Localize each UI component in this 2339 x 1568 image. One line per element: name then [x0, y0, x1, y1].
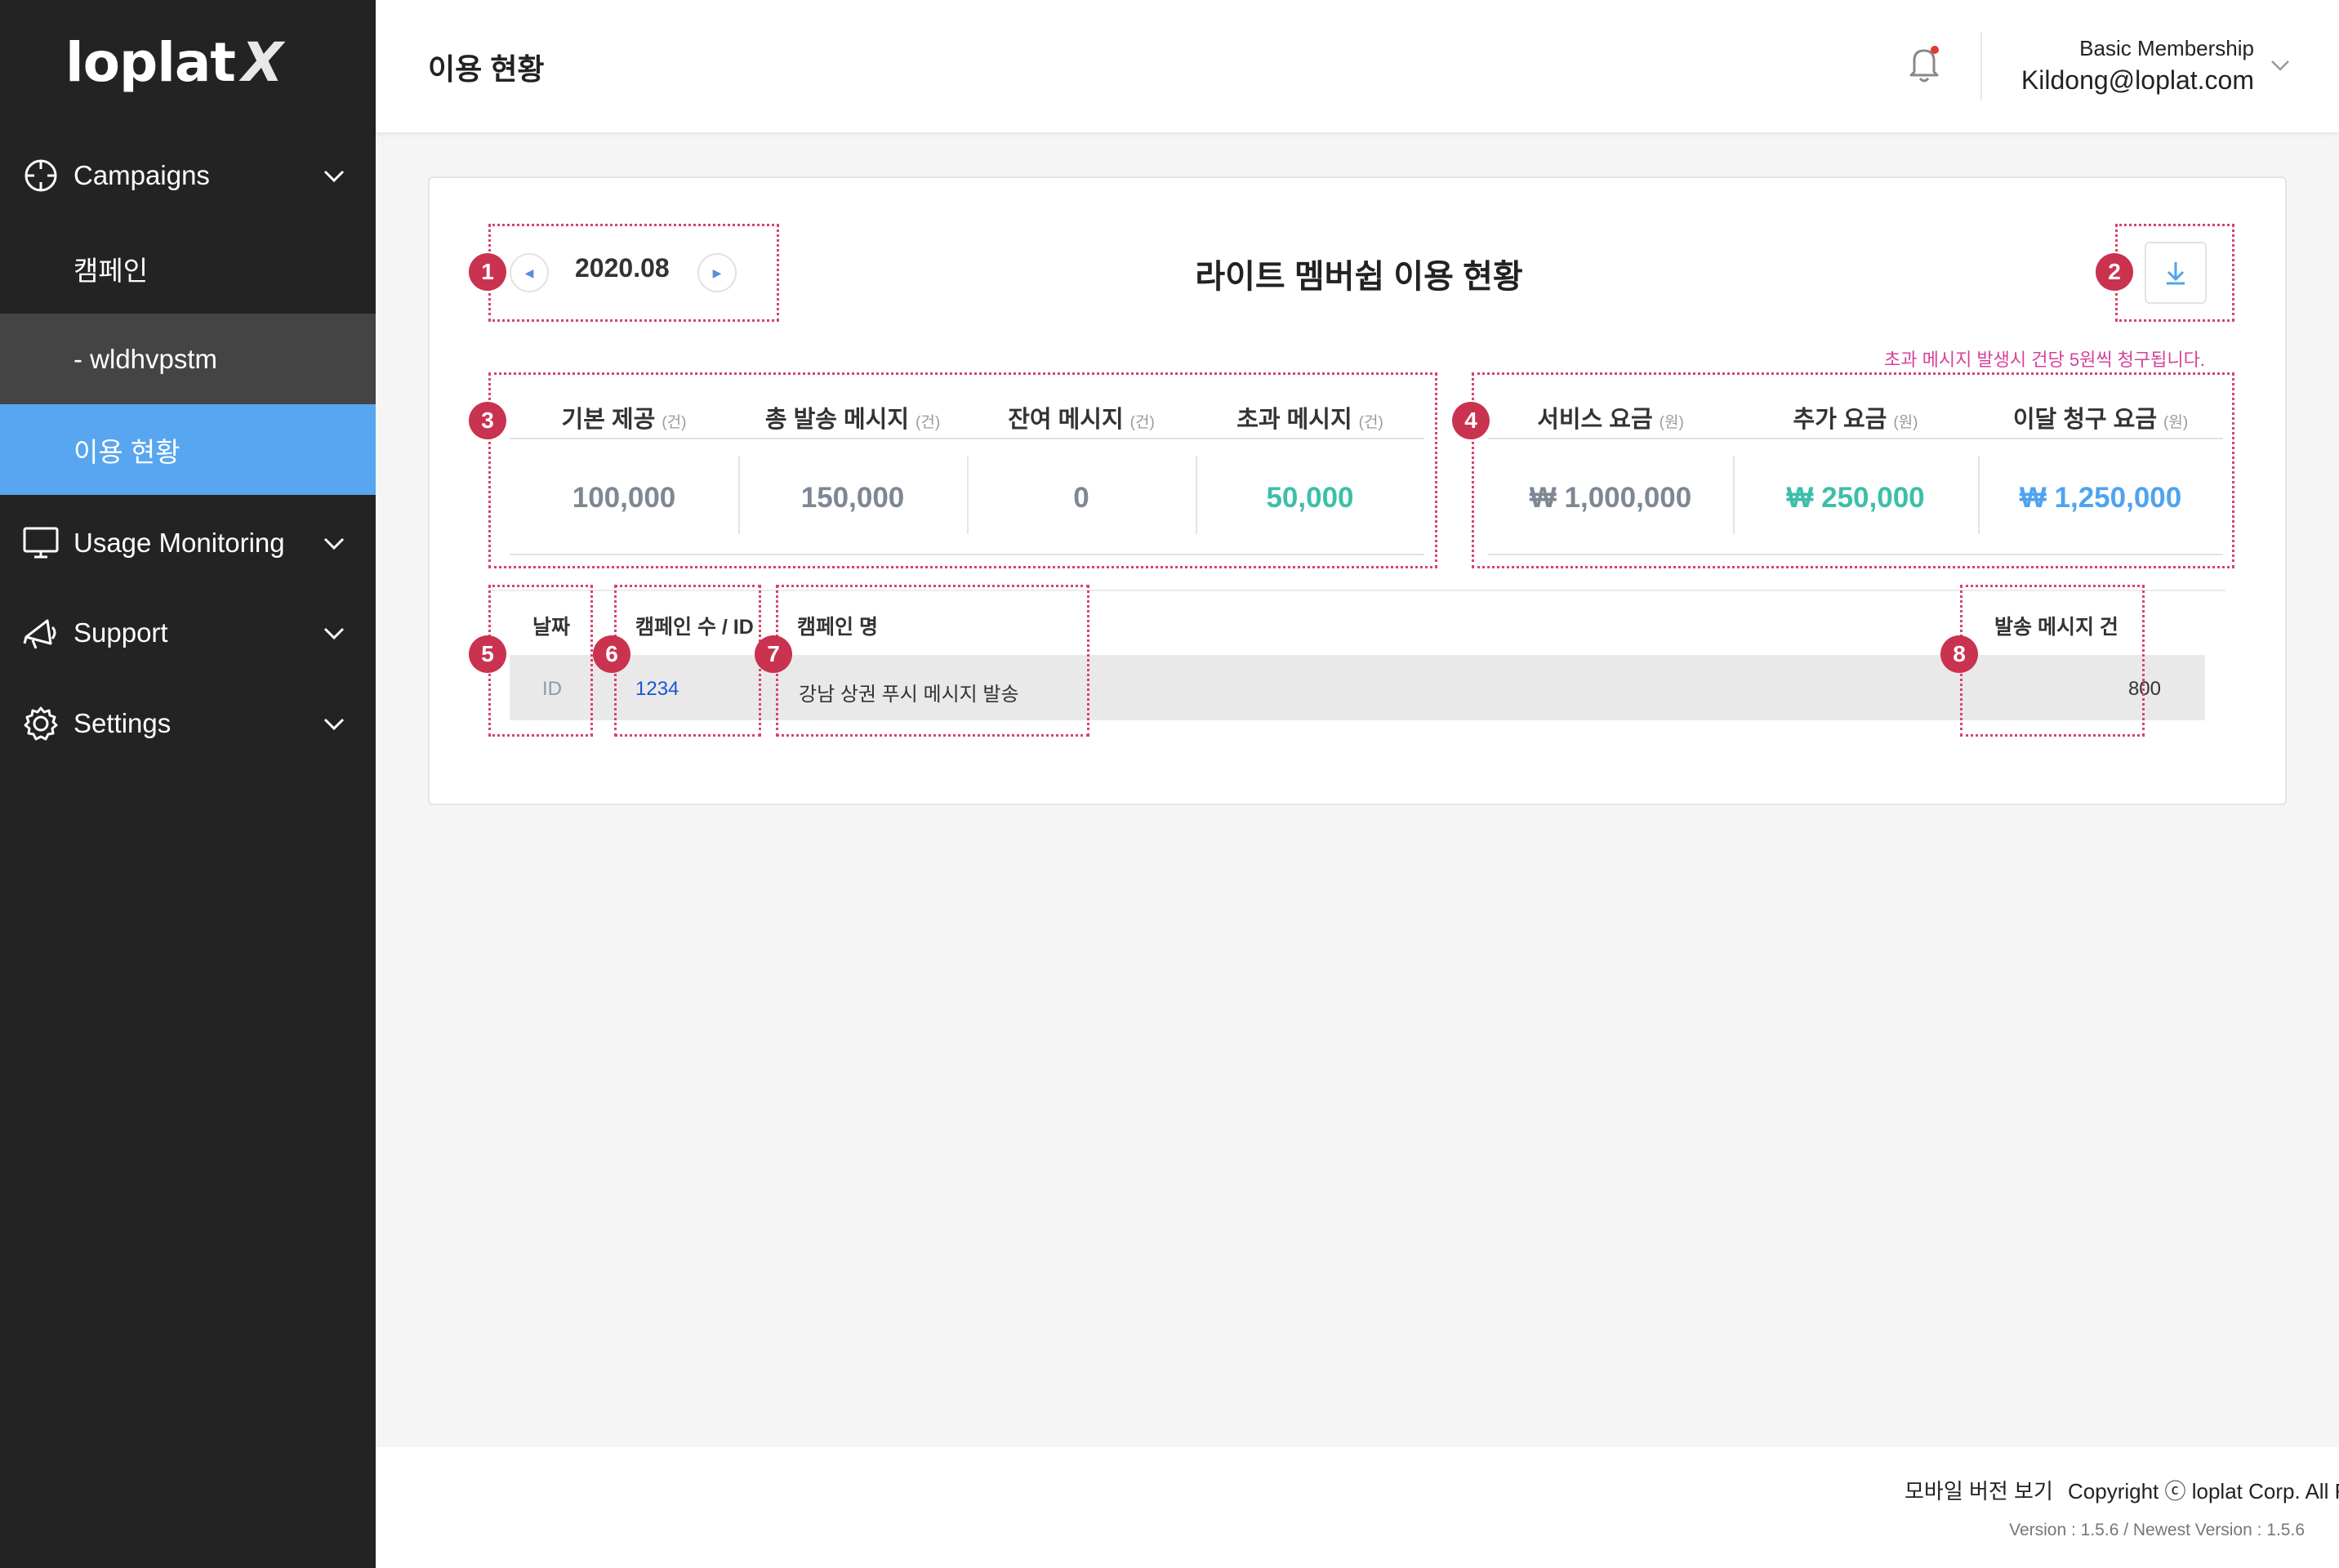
sidebar-item-wldhvpstm[interactable]: - wldhvpstm — [0, 314, 376, 404]
top-header: 이용 현황 Basic Membership Kildong@loplat.co… — [376, 0, 2339, 132]
sidebar-item-usage-status[interactable]: 이용 현황 — [0, 404, 376, 495]
stat-rule — [1488, 554, 2223, 555]
version-text: Version : 1.5.6 / Newest Version : 1.5.6 — [2009, 1521, 2305, 1539]
nav-support-label: Support — [74, 617, 168, 648]
chevron-down-icon — [323, 627, 345, 640]
user-email[interactable]: Kildong@loplat.com — [2021, 65, 2254, 96]
overage-notice: 초과 메시지 발생시 건당 5원씩 청구됩니다. — [1884, 350, 2205, 370]
stat-label-text: 이달 청구 요금 — [2012, 407, 2158, 433]
stat-rule — [1488, 438, 2223, 439]
usage-card: 1 ◀ 2020.08 ▶ 라이트 멤버쉽 이용 현황 2 초과 메시지 발생시… — [428, 176, 2287, 805]
nav-support[interactable]: Support — [0, 588, 376, 678]
download-button[interactable] — [2145, 242, 2207, 304]
logo-text: loplat — [65, 31, 236, 94]
stat-label: 총 발송 메시지 (건) — [738, 400, 967, 434]
annotation-badge-2: 2 — [2096, 253, 2133, 291]
annotation-badge-4: 4 — [1452, 402, 1490, 439]
stat-unit: (건) — [916, 414, 941, 431]
nav-settings[interactable]: Settings — [0, 679, 376, 768]
stat-value: ₩ 1,000,000 — [1529, 482, 1692, 514]
sidebar-item-label: 캠페인 — [74, 255, 149, 286]
stat-value: 100,000 — [572, 482, 676, 514]
stat-label: 기본 제공 (건) — [510, 400, 738, 434]
nav-campaigns[interactable]: Campaigns — [0, 131, 376, 220]
chevron-down-icon — [323, 718, 345, 731]
stat-label-text: 서비스 요금 — [1537, 407, 1653, 433]
stat-value: ₩ 250,000 — [1786, 482, 1925, 514]
nav-campaigns-label: Campaigns — [74, 160, 210, 190]
stat-value: 50,000 — [1266, 482, 1354, 514]
stat-unit: (건) — [662, 414, 687, 431]
stat-label: 서비스 요금 (원) — [1488, 400, 1733, 434]
stat-divider — [1978, 456, 1980, 534]
stat-label-text: 잔여 메시지 — [1008, 407, 1124, 433]
stat-unit: (원) — [2163, 414, 2189, 431]
annotation-badge-7: 7 — [755, 635, 792, 673]
annotation-box-8 — [1960, 585, 2145, 737]
annotation-box-6 — [614, 585, 761, 737]
annotation-badge-8: 8 — [1940, 635, 1978, 673]
chevron-down-icon — [323, 537, 345, 550]
stat-value: ₩ 1,250,000 — [2019, 482, 2182, 514]
nav-settings-label: Settings — [74, 708, 172, 738]
logo[interactable]: loplat X — [65, 31, 283, 94]
stat-label: 추가 요금 (원) — [1733, 400, 1978, 434]
annotation-badge-5: 5 — [469, 635, 506, 673]
mobile-version-link[interactable]: 모바일 버전 보기 — [1905, 1475, 2053, 1505]
annotation-badge-6: 6 — [593, 635, 630, 673]
bell-icon[interactable] — [1905, 42, 1944, 85]
stat-divider — [1196, 456, 1197, 534]
gear-icon — [23, 706, 59, 742]
stat-label-text: 기본 제공 — [561, 407, 656, 433]
chevron-down-icon[interactable] — [2269, 54, 2292, 77]
sidebar-item-label: 이용 현황 — [74, 436, 180, 467]
stat-rule — [510, 554, 1424, 555]
stat-divider — [1733, 456, 1735, 534]
megaphone-icon — [23, 615, 59, 651]
stat-label-text: 초과 메시지 — [1236, 407, 1352, 433]
stat-unit: (건) — [1358, 414, 1383, 431]
annotation-badge-3: 3 — [469, 402, 506, 439]
footer: 모바일 버전 보기 Copyright ⓒ loplat Corp. All R… — [376, 1447, 2339, 1568]
sidebar-item-campaign[interactable]: 캠페인 — [0, 223, 376, 314]
chevron-down-icon — [323, 170, 345, 183]
stat-value: 0 — [1073, 482, 1089, 514]
membership-label: Basic Membership — [2079, 36, 2254, 60]
stat-label: 초과 메시지 (건) — [1196, 400, 1424, 434]
page-title: 이용 현황 — [428, 52, 545, 86]
header-divider — [1980, 33, 1982, 100]
stat-divider — [967, 456, 969, 534]
copyright-text: Copyright ⓒ loplat Corp. All R — [2068, 1479, 2339, 1503]
stat-value: 150,000 — [800, 482, 905, 514]
nav-usage-monitoring-label: Usage Monitoring — [74, 528, 285, 558]
stat-label-text: 총 발송 메시지 — [764, 407, 910, 433]
card-title: 라이트 멤버쉽 이용 현황 — [1195, 259, 1523, 295]
crosshair-icon — [23, 158, 59, 194]
stat-unit: (원) — [1893, 414, 1918, 431]
stat-unit: (건) — [1129, 414, 1155, 431]
nav-usage-monitoring[interactable]: Usage Monitoring — [0, 498, 376, 588]
monitor-icon — [23, 525, 59, 561]
stat-label-text: 추가 요금 — [1793, 407, 1887, 433]
annotation-box-7 — [776, 585, 1089, 737]
stat-label: 잔여 메시지 (건) — [967, 400, 1196, 434]
stat-label: 이달 청구 요금 (원) — [1978, 400, 2223, 434]
stat-rule — [510, 438, 1424, 439]
sidebar: loplat X Campaigns 캠페인 - wldhvpstm 이용 현황 … — [0, 0, 376, 1568]
stat-divider — [738, 456, 740, 534]
download-icon — [2167, 262, 2185, 285]
stat-unit: (원) — [1659, 414, 1684, 431]
sidebar-item-label: - wldhvpstm — [74, 343, 218, 374]
logo-x: X — [241, 31, 283, 94]
